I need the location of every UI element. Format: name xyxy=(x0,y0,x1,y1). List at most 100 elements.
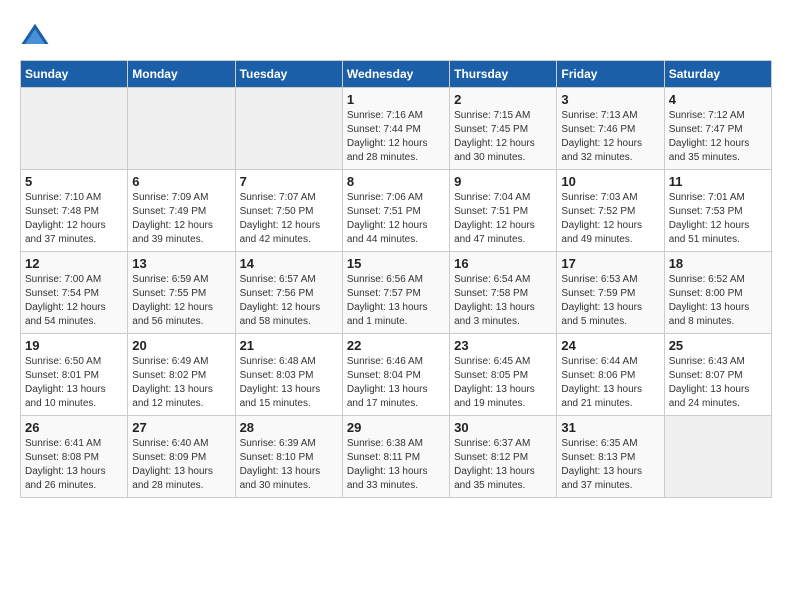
calendar-cell: 22 Sunrise: 6:46 AM Sunset: 8:04 PM Dayli… xyxy=(342,334,449,416)
calendar-cell: 20 Sunrise: 6:49 AM Sunset: 8:02 PM Dayli… xyxy=(128,334,235,416)
day-number: 22 xyxy=(347,338,445,353)
day-number: 12 xyxy=(25,256,123,271)
logo xyxy=(20,20,56,50)
day-info: Sunrise: 6:41 AM Sunset: 8:08 PM Dayligh… xyxy=(25,437,123,493)
day-info: Sunrise: 6:39 AM Sunset: 8:10 PM Dayligh… xyxy=(240,437,338,493)
day-number: 20 xyxy=(132,338,230,353)
calendar-cell: 14 Sunrise: 6:57 AM Sunset: 7:56 PM Dayli… xyxy=(235,252,342,334)
calendar-cell: 30 Sunrise: 6:37 AM Sunset: 8:12 PM Dayli… xyxy=(450,416,557,498)
day-info: Sunrise: 6:48 AM Sunset: 8:03 PM Dayligh… xyxy=(240,355,338,411)
day-number: 3 xyxy=(561,92,659,107)
day-number: 31 xyxy=(561,420,659,435)
calendar-cell: 19Sunrise: 6:50 AM Sunset: 8:01 PM Dayli… xyxy=(21,334,128,416)
day-info: Sunrise: 6:49 AM Sunset: 8:02 PM Dayligh… xyxy=(132,355,230,411)
calendar-week-4: 26 Sunrise: 6:41 AM Sunset: 8:08 PM Dayli… xyxy=(21,416,772,498)
calendar-week-3: 19Sunrise: 6:50 AM Sunset: 8:01 PM Dayli… xyxy=(21,334,772,416)
day-number: 21 xyxy=(240,338,338,353)
calendar-cell: 16 Sunrise: 6:54 AM Sunset: 7:58 PM Dayli… xyxy=(450,252,557,334)
day-info: Sunrise: 6:53 AM Sunset: 7:59 PM Dayligh… xyxy=(561,273,659,329)
day-info: Sunrise: 7:03 AM Sunset: 7:52 PM Dayligh… xyxy=(561,191,659,247)
weekday-friday: Friday xyxy=(557,61,664,88)
calendar-cell: 3 Sunrise: 7:13 AM Sunset: 7:46 PM Daylig… xyxy=(557,88,664,170)
day-number: 6 xyxy=(132,174,230,189)
day-number: 7 xyxy=(240,174,338,189)
day-info: Sunrise: 7:13 AM Sunset: 7:46 PM Dayligh… xyxy=(561,109,659,165)
calendar-table: SundayMondayTuesdayWednesdayThursdayFrid… xyxy=(20,60,772,498)
calendar-cell: 9Sunrise: 7:04 AM Sunset: 7:51 PM Daylig… xyxy=(450,170,557,252)
calendar-cell: 8 Sunrise: 7:06 AM Sunset: 7:51 PM Daylig… xyxy=(342,170,449,252)
weekday-saturday: Saturday xyxy=(664,61,771,88)
calendar-cell: 6 Sunrise: 7:09 AM Sunset: 7:49 PM Daylig… xyxy=(128,170,235,252)
day-number: 8 xyxy=(347,174,445,189)
calendar-cell: 12 Sunrise: 7:00 AM Sunset: 7:54 PM Dayli… xyxy=(21,252,128,334)
day-number: 16 xyxy=(454,256,552,271)
calendar-cell xyxy=(21,88,128,170)
calendar-cell: 27 Sunrise: 6:40 AM Sunset: 8:09 PM Dayli… xyxy=(128,416,235,498)
calendar-cell: 21 Sunrise: 6:48 AM Sunset: 8:03 PM Dayli… xyxy=(235,334,342,416)
day-info: Sunrise: 6:54 AM Sunset: 7:58 PM Dayligh… xyxy=(454,273,552,329)
day-number: 1 xyxy=(347,92,445,107)
day-number: 30 xyxy=(454,420,552,435)
calendar-week-1: 5 Sunrise: 7:10 AM Sunset: 7:48 PM Daylig… xyxy=(21,170,772,252)
calendar-cell: 24Sunrise: 6:44 AM Sunset: 8:06 PM Dayli… xyxy=(557,334,664,416)
day-info: Sunrise: 7:09 AM Sunset: 7:49 PM Dayligh… xyxy=(132,191,230,247)
day-number: 5 xyxy=(25,174,123,189)
day-info: Sunrise: 7:01 AM Sunset: 7:53 PM Dayligh… xyxy=(669,191,767,247)
page-header xyxy=(20,20,772,50)
calendar-week-0: 1Sunrise: 7:16 AM Sunset: 7:44 PM Daylig… xyxy=(21,88,772,170)
day-number: 27 xyxy=(132,420,230,435)
day-info: Sunrise: 7:07 AM Sunset: 7:50 PM Dayligh… xyxy=(240,191,338,247)
calendar-cell: 11 Sunrise: 7:01 AM Sunset: 7:53 PM Dayli… xyxy=(664,170,771,252)
day-number: 29 xyxy=(347,420,445,435)
day-info: Sunrise: 7:04 AM Sunset: 7:51 PM Dayligh… xyxy=(454,191,552,247)
day-info: Sunrise: 6:38 AM Sunset: 8:11 PM Dayligh… xyxy=(347,437,445,493)
day-info: Sunrise: 7:00 AM Sunset: 7:54 PM Dayligh… xyxy=(25,273,123,329)
weekday-thursday: Thursday xyxy=(450,61,557,88)
calendar-cell: 1Sunrise: 7:16 AM Sunset: 7:44 PM Daylig… xyxy=(342,88,449,170)
day-number: 11 xyxy=(669,174,767,189)
day-number: 19 xyxy=(25,338,123,353)
day-info: Sunrise: 6:56 AM Sunset: 7:57 PM Dayligh… xyxy=(347,273,445,329)
calendar-week-2: 12 Sunrise: 7:00 AM Sunset: 7:54 PM Dayli… xyxy=(21,252,772,334)
day-number: 4 xyxy=(669,92,767,107)
calendar-cell: 18Sunrise: 6:52 AM Sunset: 8:00 PM Dayli… xyxy=(664,252,771,334)
calendar-cell: 26 Sunrise: 6:41 AM Sunset: 8:08 PM Dayli… xyxy=(21,416,128,498)
day-info: Sunrise: 7:06 AM Sunset: 7:51 PM Dayligh… xyxy=(347,191,445,247)
day-info: Sunrise: 6:46 AM Sunset: 8:04 PM Dayligh… xyxy=(347,355,445,411)
calendar-cell: 23Sunrise: 6:45 AM Sunset: 8:05 PM Dayli… xyxy=(450,334,557,416)
weekday-wednesday: Wednesday xyxy=(342,61,449,88)
calendar-cell: 25Sunrise: 6:43 AM Sunset: 8:07 PM Dayli… xyxy=(664,334,771,416)
day-number: 2 xyxy=(454,92,552,107)
calendar-cell: 2 Sunrise: 7:15 AM Sunset: 7:45 PM Daylig… xyxy=(450,88,557,170)
weekday-monday: Monday xyxy=(128,61,235,88)
day-number: 23 xyxy=(454,338,552,353)
day-number: 10 xyxy=(561,174,659,189)
day-info: Sunrise: 6:57 AM Sunset: 7:56 PM Dayligh… xyxy=(240,273,338,329)
calendar-cell: 31 Sunrise: 6:35 AM Sunset: 8:13 PM Dayli… xyxy=(557,416,664,498)
day-number: 13 xyxy=(132,256,230,271)
day-number: 18 xyxy=(669,256,767,271)
calendar-cell: 4Sunrise: 7:12 AM Sunset: 7:47 PM Daylig… xyxy=(664,88,771,170)
calendar-cell: 10 Sunrise: 7:03 AM Sunset: 7:52 PM Dayli… xyxy=(557,170,664,252)
calendar-cell: 5 Sunrise: 7:10 AM Sunset: 7:48 PM Daylig… xyxy=(21,170,128,252)
calendar-cell: 13 Sunrise: 6:59 AM Sunset: 7:55 PM Dayli… xyxy=(128,252,235,334)
day-info: Sunrise: 7:15 AM Sunset: 7:45 PM Dayligh… xyxy=(454,109,552,165)
calendar-cell: 17 Sunrise: 6:53 AM Sunset: 7:59 PM Dayli… xyxy=(557,252,664,334)
day-info: Sunrise: 6:40 AM Sunset: 8:09 PM Dayligh… xyxy=(132,437,230,493)
calendar-cell xyxy=(664,416,771,498)
day-number: 15 xyxy=(347,256,445,271)
calendar-header: SundayMondayTuesdayWednesdayThursdayFrid… xyxy=(21,61,772,88)
day-info: Sunrise: 6:37 AM Sunset: 8:12 PM Dayligh… xyxy=(454,437,552,493)
calendar-cell: 28Sunrise: 6:39 AM Sunset: 8:10 PM Dayli… xyxy=(235,416,342,498)
day-number: 17 xyxy=(561,256,659,271)
day-number: 14 xyxy=(240,256,338,271)
day-info: Sunrise: 6:35 AM Sunset: 8:13 PM Dayligh… xyxy=(561,437,659,493)
day-info: Sunrise: 7:10 AM Sunset: 7:48 PM Dayligh… xyxy=(25,191,123,247)
day-number: 25 xyxy=(669,338,767,353)
calendar-cell xyxy=(235,88,342,170)
day-number: 26 xyxy=(25,420,123,435)
day-number: 24 xyxy=(561,338,659,353)
day-info: Sunrise: 6:59 AM Sunset: 7:55 PM Dayligh… xyxy=(132,273,230,329)
weekday-tuesday: Tuesday xyxy=(235,61,342,88)
calendar-body: 1Sunrise: 7:16 AM Sunset: 7:44 PM Daylig… xyxy=(21,88,772,498)
